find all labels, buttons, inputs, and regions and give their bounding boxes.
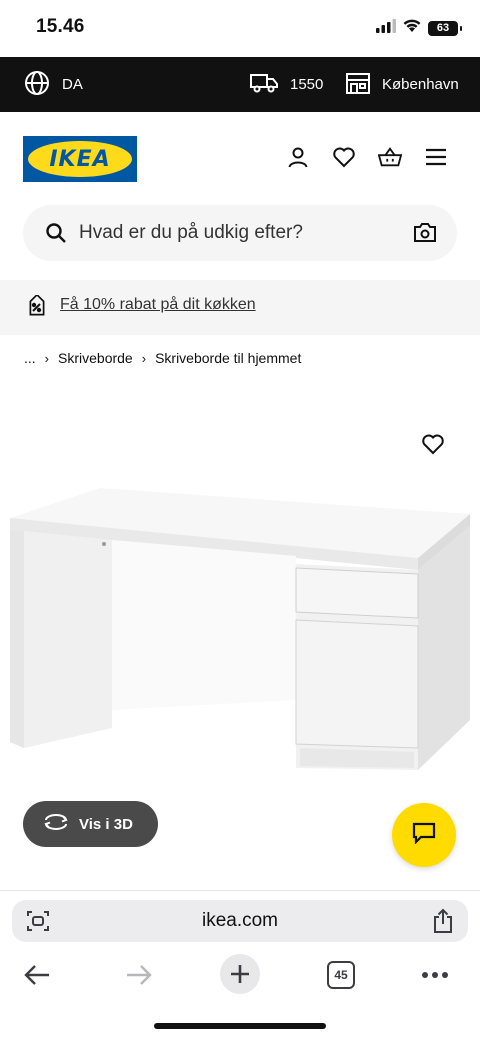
logo-text: IKEA — [49, 146, 111, 172]
desk-product-image — [10, 488, 470, 770]
product-image-area: Vis i 3D — [0, 380, 480, 890]
promo-banner[interactable]: Få 10% rabat på dit køkken — [0, 280, 480, 335]
search-input[interactable]: Hvad er du på udkig efter? — [79, 222, 303, 244]
breadcrumb-item-ellipsis[interactable]: ... — [24, 350, 36, 366]
breadcrumb-item-home-desks[interactable]: Skriveborde til hjemmet — [155, 350, 301, 366]
more-options-icon[interactable] — [416, 956, 454, 994]
wifi-icon — [402, 18, 422, 38]
battery-icon: 63 — [428, 20, 462, 36]
header-icons — [286, 145, 448, 169]
user-icon[interactable] — [286, 145, 310, 169]
promo-link[interactable]: Få 10% rabat på dit køkken — [60, 296, 256, 314]
forward-arrow-icon[interactable] — [120, 956, 158, 994]
chevron-right-icon: › — [141, 350, 147, 366]
home-indicator — [154, 1023, 326, 1029]
address-bar[interactable]: ikea.com — [12, 900, 468, 942]
view-in-3d-button[interactable]: Vis i 3D — [23, 801, 158, 847]
chevron-right-icon: › — [44, 350, 50, 366]
status-bar: 15.46 63 — [0, 0, 480, 57]
breadcrumb: ... › Skriveborde › Skriveborde til hjem… — [24, 350, 301, 366]
favorite-heart-icon[interactable] — [421, 433, 445, 460]
new-tab-plus-icon[interactable] — [220, 954, 260, 994]
tabs-button[interactable]: 45 — [322, 956, 360, 994]
status-time: 15.46 — [36, 16, 85, 37]
url-text: ikea.com — [201, 910, 279, 931]
top-bar: DA 1550 København — [0, 57, 480, 112]
store-icon — [346, 72, 370, 98]
rotate-3d-icon — [43, 813, 69, 835]
heart-icon[interactable] — [332, 145, 356, 169]
back-arrow-icon[interactable] — [18, 956, 56, 994]
search-icon — [45, 222, 67, 249]
site-header: IKEA — [0, 112, 480, 202]
ikea-logo[interactable]: IKEA — [23, 136, 137, 182]
cart-icon[interactable] — [378, 145, 402, 169]
breadcrumb-item-desks[interactable]: Skriveborde — [58, 350, 133, 366]
store-label: København — [382, 76, 459, 93]
delivery-postcode[interactable]: 1550 — [250, 72, 323, 98]
browser-divider — [0, 890, 480, 891]
chat-button[interactable] — [392, 803, 456, 867]
tabs-count: 45 — [327, 961, 355, 989]
language-label: DA — [62, 76, 83, 93]
truck-icon — [250, 72, 278, 98]
language-selector[interactable]: DA — [24, 70, 83, 100]
signal-icon — [376, 18, 396, 38]
globe-icon — [24, 70, 50, 100]
camera-icon[interactable] — [413, 221, 437, 248]
browser-toolbar: 45 — [0, 950, 480, 1000]
view-in-3d-label: Vis i 3D — [79, 815, 133, 833]
share-icon[interactable] — [432, 908, 454, 939]
menu-icon[interactable] — [424, 145, 448, 169]
search-bar[interactable]: Hvad er du på udkig efter? — [23, 205, 457, 261]
store-selector[interactable]: København — [346, 72, 459, 98]
logo-oval: IKEA — [28, 141, 132, 177]
postcode-label: 1550 — [290, 76, 324, 93]
discount-tag-icon — [24, 293, 50, 326]
chat-bubble-icon — [412, 822, 436, 849]
status-icons: 63 — [376, 18, 462, 38]
